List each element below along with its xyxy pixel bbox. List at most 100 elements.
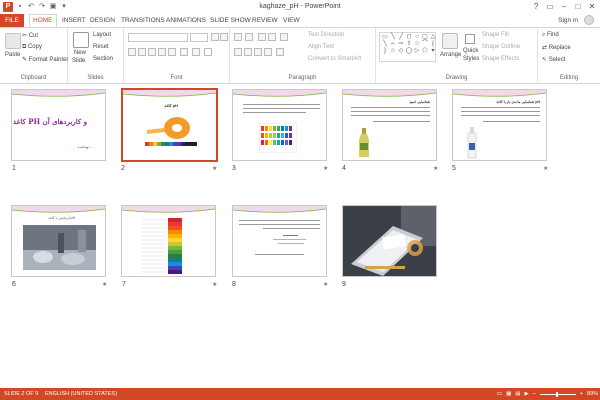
shape-effects-button[interactable]: Shape Effects bbox=[482, 56, 519, 62]
shrink-font-icon[interactable] bbox=[220, 33, 228, 41]
tab-insert[interactable]: INSERT bbox=[62, 14, 86, 27]
text-line bbox=[255, 254, 304, 256]
shapes-gallery[interactable]: ▭ ╲ ╱ ◻ ○ ▢ △ ╲ ⌐ ⇨ ⇧ ☆ ⌒{ } ☆ ◇ ◯ ▷ ⬠ ▾ bbox=[379, 32, 436, 62]
text-direction-button[interactable]: Text Direction bbox=[308, 32, 344, 38]
tab-design[interactable]: DESIGN bbox=[90, 14, 115, 27]
replace-button[interactable]: ⇄ Replace bbox=[542, 44, 571, 51]
quick-styles-button[interactable]: Quick bbox=[463, 48, 478, 54]
help-button[interactable]: ? bbox=[530, 1, 542, 12]
paste-icon[interactable] bbox=[5, 33, 21, 49]
slide-thumbnail-7[interactable] bbox=[121, 205, 216, 277]
format-painter-label: Format Painter bbox=[28, 57, 69, 63]
slide-thumbnail-1[interactable]: کاغذ PH و کاربرد‌های آن تهیه‌کننده: ... bbox=[11, 89, 106, 161]
new-slide-button-2[interactable]: Slide bbox=[72, 58, 85, 64]
language-indicator[interactable]: ENGLISH (UNITED STATES) bbox=[45, 388, 117, 400]
text-line bbox=[351, 111, 430, 113]
slide-number-2: 2 bbox=[121, 165, 125, 172]
quick-styles-button-2[interactable]: Styles bbox=[463, 56, 479, 62]
format-painter-button[interactable]: ✎ Format Painter bbox=[22, 56, 68, 63]
slide-show-view-icon[interactable]: ▶ bbox=[524, 388, 528, 400]
paragraph-group: Text Direction Align Text Convert to Sma… bbox=[230, 28, 376, 83]
new-slide-button[interactable]: New bbox=[74, 50, 86, 56]
text-line bbox=[243, 104, 320, 106]
section-button[interactable]: Section bbox=[93, 56, 113, 62]
editing-group: ⌕ Find ⇄ Replace ↖ Select Editing bbox=[538, 28, 600, 83]
maximize-button[interactable]: □ bbox=[572, 1, 584, 12]
transition-star-icon: ★ bbox=[212, 282, 218, 288]
slide-6-title: آزمایش با کاغذ pH bbox=[48, 216, 75, 220]
slide-thumbnail-3[interactable] bbox=[232, 89, 327, 161]
tab-review[interactable]: REVIEW bbox=[252, 14, 278, 27]
close-button[interactable]: ✕ bbox=[586, 1, 598, 12]
replace-label: Replace bbox=[548, 45, 571, 51]
slide-number-6: 6 bbox=[12, 281, 16, 288]
window-buttons: ? ▭ – □ ✕ bbox=[530, 1, 598, 12]
slide-swoosh bbox=[122, 206, 215, 213]
italic-icon[interactable] bbox=[138, 48, 146, 56]
find-button[interactable]: ⌕ Find bbox=[542, 32, 559, 39]
slide-swoosh bbox=[343, 90, 436, 97]
account-icon[interactable] bbox=[584, 15, 594, 25]
find-icon: ⌕ bbox=[542, 32, 546, 38]
strikethrough-icon[interactable] bbox=[168, 48, 176, 56]
bullets-icon[interactable] bbox=[234, 33, 242, 41]
arrange-icon[interactable] bbox=[442, 33, 458, 49]
copy-button[interactable]: ⧉ Copy bbox=[22, 44, 42, 51]
zoom-out-button[interactable]: – bbox=[533, 388, 536, 400]
slide-thumbnail-8[interactable] bbox=[232, 205, 327, 277]
ribbon-display-button[interactable]: ▭ bbox=[544, 1, 556, 12]
zoom-level[interactable]: 89% bbox=[587, 388, 598, 400]
shape-fill-button[interactable]: Shape Fill bbox=[482, 32, 509, 38]
tab-file[interactable]: FILE bbox=[0, 14, 24, 27]
reading-view-icon[interactable]: ▤ bbox=[515, 388, 520, 400]
slide-sorter-view-icon[interactable]: ▦ bbox=[506, 388, 511, 400]
shadow-icon[interactable] bbox=[158, 48, 166, 56]
tab-animations[interactable]: ANIMATIONS bbox=[166, 14, 206, 27]
tab-home[interactable]: HOME bbox=[29, 14, 57, 27]
font-size-select[interactable] bbox=[190, 33, 208, 42]
justify-icon[interactable] bbox=[264, 48, 272, 56]
quick-styles-icon[interactable] bbox=[465, 34, 475, 44]
arrange-button[interactable]: Arrange bbox=[440, 52, 461, 58]
shape-outline-button[interactable]: Shape Outline bbox=[482, 44, 520, 50]
tab-transitions[interactable]: TRANSITIONS bbox=[121, 14, 165, 27]
slide-number-4: 4 bbox=[342, 165, 346, 172]
reset-button[interactable]: Reset bbox=[93, 44, 109, 50]
change-case-icon[interactable] bbox=[192, 48, 200, 56]
slide-thumbnail-6[interactable]: آزمایش با کاغذ pH bbox=[11, 205, 106, 277]
underline-icon[interactable] bbox=[148, 48, 156, 56]
bold-icon[interactable] bbox=[128, 48, 136, 56]
char-spacing-icon[interactable] bbox=[180, 48, 188, 56]
align-center-icon[interactable] bbox=[244, 48, 252, 56]
text-line-red bbox=[273, 239, 306, 241]
window-title: kaghaze_pH - PowerPoint bbox=[259, 3, 341, 10]
align-left-icon[interactable] bbox=[234, 48, 242, 56]
minimize-button[interactable]: – bbox=[558, 1, 570, 12]
tab-view[interactable]: VIEW bbox=[283, 14, 300, 27]
new-slide-icon[interactable] bbox=[73, 32, 89, 48]
zoom-in-button[interactable]: + bbox=[580, 388, 583, 400]
convert-smartart-button[interactable]: Convert to SmartArt bbox=[308, 56, 361, 62]
layout-button[interactable]: Layout bbox=[93, 32, 111, 38]
font-family-select[interactable] bbox=[128, 33, 188, 42]
normal-view-icon[interactable]: ▭ bbox=[497, 388, 502, 400]
zoom-slider[interactable] bbox=[539, 391, 576, 397]
font-color-icon[interactable] bbox=[204, 48, 212, 56]
select-button[interactable]: ↖ Select bbox=[542, 56, 565, 63]
increase-indent-icon[interactable] bbox=[268, 33, 276, 41]
slide-thumbnail-9[interactable] bbox=[342, 205, 437, 277]
sign-in-link[interactable]: Sign in bbox=[558, 14, 578, 27]
align-text-button[interactable]: Align Text bbox=[308, 44, 334, 50]
slide-thumbnail-2[interactable]: کاغذ pH bbox=[121, 88, 218, 162]
paste-button[interactable]: Paste bbox=[5, 52, 20, 58]
cut-button[interactable]: ✂ Cut bbox=[22, 32, 38, 39]
slide-thumbnail-4[interactable]: شناسایی اسید bbox=[342, 89, 437, 161]
tab-slide-show[interactable]: SLIDE SHOW bbox=[210, 14, 251, 27]
columns-icon[interactable] bbox=[276, 48, 284, 56]
slide-thumbnail-5[interactable]: شناسایی ماده‌ی باز با کاغذ pH bbox=[452, 89, 547, 161]
align-right-icon[interactable] bbox=[254, 48, 262, 56]
grow-font-icon[interactable] bbox=[211, 33, 219, 41]
numbering-icon[interactable] bbox=[245, 33, 253, 41]
decrease-indent-icon[interactable] bbox=[258, 33, 266, 41]
line-spacing-icon[interactable] bbox=[280, 33, 288, 41]
